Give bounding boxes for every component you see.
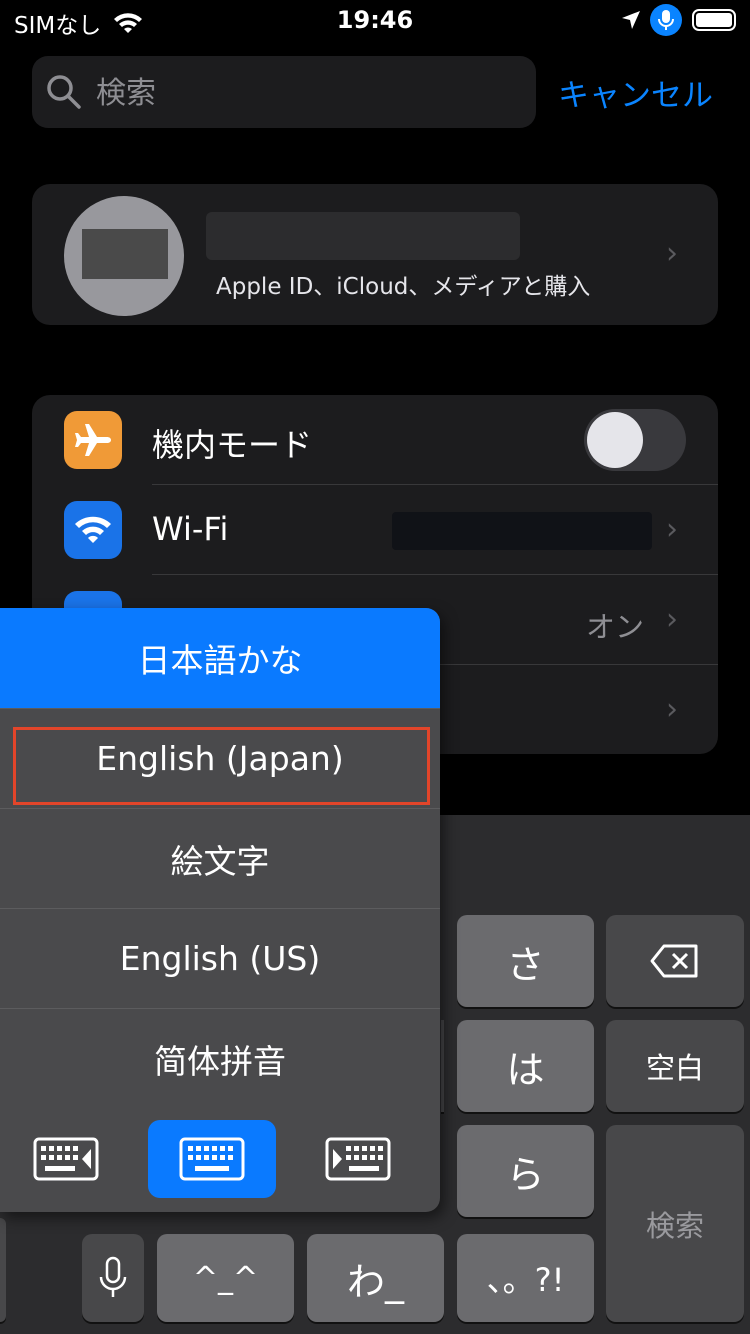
kaomoji-key[interactable]: ^_^ — [157, 1234, 294, 1322]
wifi-label: Wi-Fi — [152, 510, 229, 548]
location-arrow-icon — [622, 11, 640, 29]
airplane-icon — [64, 411, 122, 469]
account-name-redacted — [206, 212, 520, 260]
left-handed-keyboard-button[interactable] — [2, 1120, 130, 1198]
keyboard-right-icon — [325, 1137, 391, 1181]
dictation-key[interactable] — [82, 1234, 144, 1322]
delete-key[interactable] — [606, 915, 744, 1007]
airplane-mode-label: 機内モード — [152, 426, 313, 464]
keyboard-icon — [179, 1137, 245, 1181]
delete-icon — [650, 944, 698, 978]
airplane-mode-toggle[interactable] — [584, 409, 686, 471]
search-field[interactable] — [32, 56, 536, 128]
search-icon — [47, 75, 81, 109]
keyboard-left-icon — [33, 1137, 99, 1181]
key-ha[interactable]: は — [457, 1020, 594, 1112]
punctuation-key[interactable]: 、。?! — [457, 1234, 594, 1322]
chevron-right-icon: › — [666, 512, 678, 547]
chevron-right-icon: › — [666, 692, 678, 727]
full-keyboard-button[interactable] — [148, 1120, 276, 1198]
chevron-right-icon: › — [666, 236, 678, 271]
key-wa[interactable]: わ_ — [307, 1234, 444, 1322]
keyboard-option-emoji[interactable]: 絵文字 — [0, 808, 440, 908]
key-left-partial[interactable] — [441, 1020, 444, 1112]
keyboard-option-japanese-kana[interactable]: 日本語かな — [0, 608, 440, 708]
key-left-edge[interactable] — [0, 1218, 6, 1322]
microphone-indicator-icon — [650, 4, 682, 36]
battery-icon — [692, 9, 736, 31]
bluetooth-status: オン — [586, 610, 645, 644]
microphone-icon — [99, 1256, 127, 1297]
key-sa[interactable]: さ — [457, 915, 594, 1007]
space-key[interactable]: 空白 — [606, 1020, 744, 1112]
highlight-box — [13, 727, 430, 805]
right-handed-keyboard-button[interactable] — [294, 1120, 422, 1198]
keyboard-option-english-us[interactable]: English (US) — [0, 908, 440, 1008]
key-ra[interactable]: ら — [457, 1125, 594, 1217]
apple-id-subtitle: Apple ID、iCloud、メディアと購入 — [216, 274, 591, 300]
row-divider — [152, 574, 718, 575]
cancel-button[interactable]: キャンセル — [558, 70, 713, 115]
search-input[interactable] — [94, 68, 518, 118]
chevron-right-icon: › — [666, 602, 678, 637]
keyboard-option-simplified-pinyin[interactable]: 简体拼音 — [0, 1008, 440, 1108]
status-bar: SIMなし 19:46 — [0, 0, 750, 40]
avatar — [64, 196, 184, 316]
wifi-network-redacted — [392, 512, 652, 550]
wifi-icon — [64, 501, 122, 559]
search-key[interactable]: 検索 — [606, 1125, 744, 1322]
